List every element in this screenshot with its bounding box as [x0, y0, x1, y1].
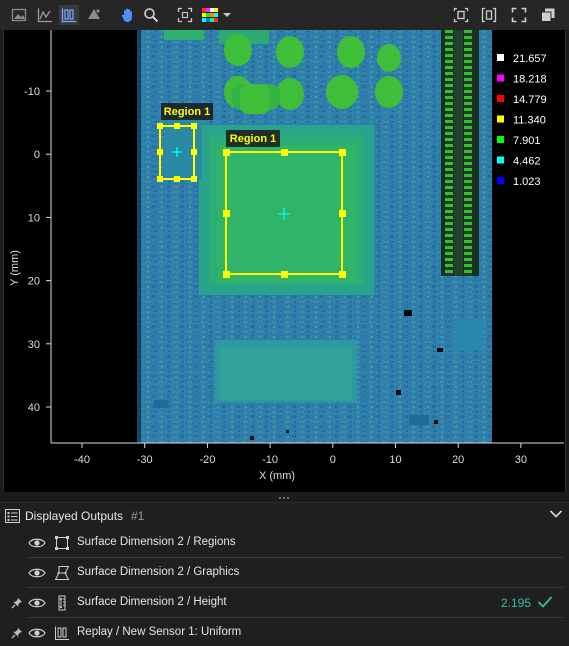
displayed-outputs-header[interactable]: Displayed Outputs #1 — [0, 503, 569, 529]
y-tick-label: 20 — [28, 276, 40, 288]
color-palette-button[interactable] — [201, 5, 233, 25]
graphics-icon — [54, 566, 70, 580]
x-axis-ticks: -40 -30 -20 -10 0 10 20 30 — [74, 443, 527, 466]
fullscreen-icon — [511, 7, 527, 23]
height-map-canvas[interactable]: -40 -30 -20 -10 0 10 20 30 -10010203040 X (mm) … — [4, 30, 567, 492]
fullscreen-button[interactable] — [509, 5, 529, 25]
zoom-button[interactable] — [141, 5, 161, 25]
x-tick-label: 30 — [515, 454, 527, 466]
split-view-button[interactable] — [479, 5, 499, 25]
height-map-image — [137, 30, 492, 443]
region-small-label: Region 1 — [164, 106, 210, 118]
pin-icon[interactable] — [11, 597, 23, 609]
color-legend: 21.657 18.218 14.779 11.340 7.901 4.462 1.023 — [497, 53, 547, 188]
legend-swatch — [497, 95, 504, 102]
output-row-graphics[interactable]: Surface Dimension 2 / Graphics — [0, 558, 569, 588]
window-copy-button[interactable] — [538, 5, 558, 25]
profile-view-button[interactable] — [35, 5, 55, 25]
zoom-icon — [144, 8, 159, 23]
image-view-button[interactable] — [9, 5, 29, 25]
profile-view-icon — [37, 8, 52, 23]
legend-swatch — [497, 54, 504, 61]
fit-view-icon — [177, 7, 193, 23]
pass-check-icon — [537, 596, 553, 608]
legend-value: 4.462 — [513, 156, 541, 168]
splitter-grip-icon — [279, 497, 291, 500]
displayed-outputs-count: #1 — [131, 509, 145, 523]
x-tick-label: -20 — [199, 454, 215, 466]
eye-icon[interactable] — [28, 567, 46, 579]
pin-icon[interactable] — [11, 627, 23, 639]
y-tick-label: 30 — [28, 339, 40, 351]
y-tick-label: 0 — [34, 149, 40, 161]
image-view-icon — [11, 8, 27, 22]
region-icon — [55, 536, 69, 550]
legend-swatch — [497, 115, 504, 123]
pan-hand-icon — [121, 8, 132, 22]
outputs-list-icon — [5, 509, 20, 523]
output-row-regions[interactable]: Surface Dimension 2 / Regions — [0, 528, 569, 558]
app-window: -40 -30 -20 -10 0 10 20 30 -10 0 10 20 30 40 X (mm) … — [0, 0, 569, 646]
legend-swatch — [497, 74, 504, 82]
output-row-sensor[interactable]: Replay / New Sensor 1: Uniform — [0, 618, 569, 646]
output-row-height[interactable]: Surface Dimension 2 / Height 2.195 — [0, 588, 569, 618]
split-view-icon — [481, 7, 497, 23]
legend-value: 14.779 — [513, 94, 547, 106]
pan-button[interactable] — [118, 5, 138, 25]
x-tick-label: 10 — [389, 454, 401, 466]
3d-view-button[interactable] — [84, 5, 104, 25]
legend-swatch — [497, 177, 504, 184]
height-map-view-button[interactable] — [59, 5, 79, 25]
legend-swatch — [497, 156, 504, 164]
color-palette-icon — [202, 8, 218, 22]
height-map-view-icon — [61, 8, 76, 23]
eye-icon[interactable] — [28, 597, 46, 609]
y-tick-label: -10 — [24, 86, 40, 98]
x-tick-label: -40 — [74, 454, 90, 466]
output-label: Surface Dimension 2 / Height — [77, 596, 227, 608]
eye-icon[interactable] — [28, 627, 46, 639]
dropdown-arrow-icon — [223, 13, 231, 17]
y-tick-label: 10 — [28, 212, 40, 224]
y-axis-ticks: -10 0 10 20 30 40 — [24, 86, 51, 414]
eye-icon[interactable] — [28, 537, 46, 549]
legend-value: 18.218 — [513, 74, 547, 86]
output-label: Surface Dimension 2 / Graphics — [77, 566, 240, 578]
3d-view-icon — [88, 9, 100, 19]
region-large-label: Region 1 — [230, 133, 276, 145]
output-label: Surface Dimension 2 / Regions — [77, 536, 236, 548]
height-map-viewer[interactable]: -40 -30 -20 -10 0 10 20 30 -10 0 10 20 30 40 X (mm) … — [3, 30, 566, 492]
x-axis-label: X (mm) — [259, 470, 295, 482]
x-tick-label: -10 — [262, 454, 278, 466]
displayed-outputs-title: Displayed Outputs — [25, 509, 124, 523]
output-label: Replay / New Sensor 1: Uniform — [77, 626, 242, 638]
x-tick-label: -30 — [137, 454, 153, 466]
snapshot-icon — [453, 7, 469, 23]
displayed-outputs-panel: Displayed Outputs #1 Surface Dimension 2… — [0, 502, 569, 646]
legend-swatch — [497, 136, 504, 143]
legend-value: 7.901 — [513, 135, 541, 147]
window-copy-icon — [541, 8, 555, 22]
legend-value: 1.023 — [513, 176, 541, 188]
fit-view-button[interactable] — [175, 5, 195, 25]
sensor-data-icon — [55, 626, 69, 640]
y-axis-label: Y (mm) — [9, 250, 21, 286]
y-tick-label: 40 — [28, 402, 40, 414]
collapse-chevron-icon[interactable] — [549, 509, 563, 519]
legend-value: 11.340 — [513, 115, 546, 127]
x-tick-label: 0 — [330, 454, 336, 466]
legend-value: 21.657 — [513, 53, 547, 65]
height-measurement-icon — [58, 595, 66, 611]
snapshot-button[interactable] — [451, 5, 471, 25]
viewer-toolbar — [0, 0, 569, 30]
x-tick-label: 20 — [452, 454, 464, 466]
height-value: 2.195 — [500, 596, 531, 610]
